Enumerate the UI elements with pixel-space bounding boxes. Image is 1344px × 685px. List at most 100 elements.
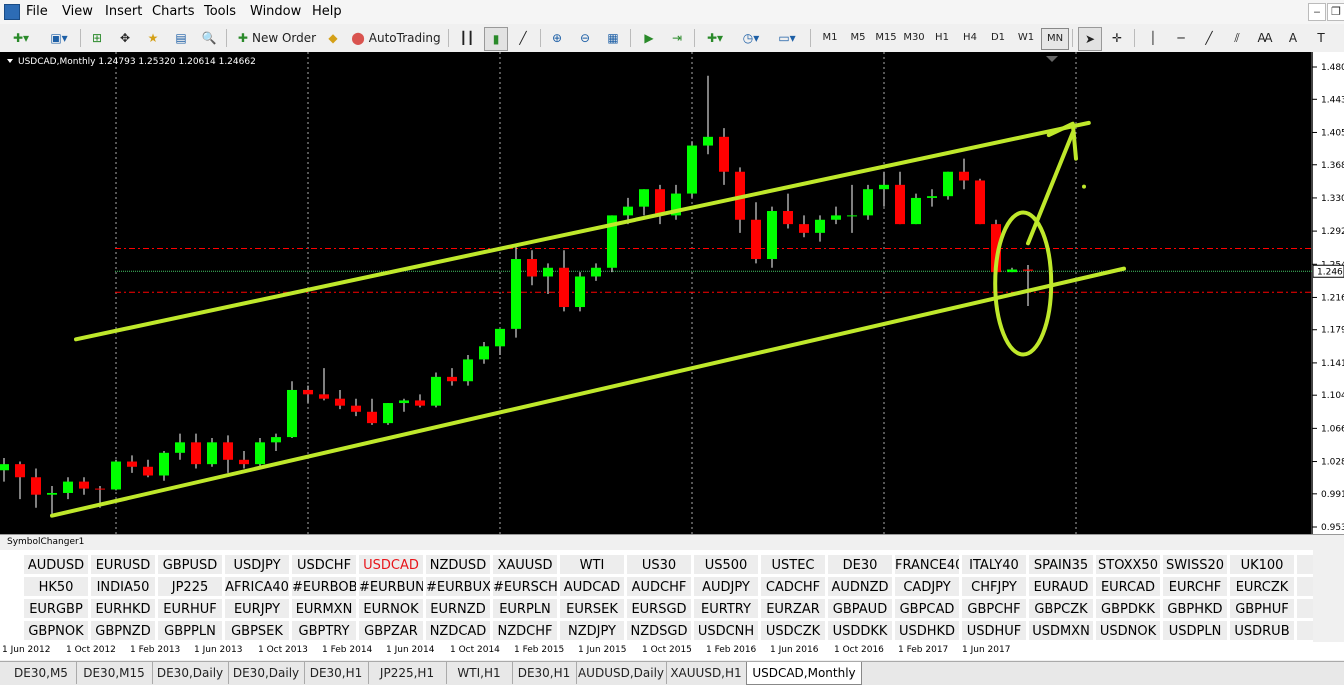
timeframe-h1[interactable]: H1 <box>929 28 955 48</box>
symbol-button[interactable]: EURGBP <box>23 598 89 619</box>
symbol-button[interactable]: HK50 <box>23 576 89 597</box>
symbol-button[interactable]: AUDCAD <box>559 576 625 597</box>
symbol-button[interactable]: EURSEK <box>559 598 625 619</box>
symbol-button[interactable]: GBPTRY <box>291 620 357 641</box>
chart-tab[interactable]: DE30,Daily <box>228 662 305 684</box>
minimize-icon[interactable]: ‒ <box>1308 3 1326 21</box>
symbol-button[interactable]: GBPSEK <box>224 620 290 641</box>
symbol-button[interactable]: STOXX50 <box>1095 554 1161 575</box>
price-chart[interactable]: 1.4801.4431.4051.3681.3301.2921.2541.216… <box>0 52 1344 534</box>
symbol-button[interactable]: UK100 <box>1229 554 1295 575</box>
symbol-button[interactable]: WTI <box>559 554 625 575</box>
menu-tools[interactable]: Tools <box>204 4 236 19</box>
chart-tab[interactable]: DE30,M15 <box>76 662 153 684</box>
symbol-button[interactable]: NZDCHF <box>492 620 558 641</box>
vertical-line-icon[interactable]: │ <box>1142 27 1164 49</box>
symbol-button[interactable]: USTEC <box>760 554 826 575</box>
symbol-button[interactable]: GBPHKD <box>1162 598 1228 619</box>
chart-tab[interactable]: AUDUSD,Daily <box>576 662 667 684</box>
new-order-button[interactable]: ✚ New Order <box>234 27 320 49</box>
symbol-button[interactable]: CADJPY <box>894 576 960 597</box>
autotrading-button[interactable]: ⬤ AutoTrading <box>350 27 442 49</box>
channel-icon[interactable]: ⫽ <box>1226 27 1248 49</box>
fibonacci-icon[interactable]: Ꜳ <box>1254 27 1276 49</box>
symbol-button[interactable]: USDCNH <box>693 620 759 641</box>
symbol-button[interactable]: NZDUSD <box>425 554 491 575</box>
text-icon[interactable]: A <box>1282 27 1304 49</box>
symbol-button[interactable]: #EURBUND <box>358 576 424 597</box>
zoom-in-icon[interactable]: ⊕ <box>546 27 568 49</box>
symbol-button[interactable]: EURHKD <box>90 598 156 619</box>
crosshair-icon[interactable]: ✛ <box>1106 27 1128 49</box>
chart-tab[interactable]: WTI,H1 <box>446 662 513 684</box>
symbol-button[interactable]: EURHUF <box>157 598 223 619</box>
crosshair-nav-icon[interactable]: ✥ <box>114 27 136 49</box>
bar-chart-icon[interactable]: ┃┃ <box>456 27 478 49</box>
symbol-button[interactable]: NZDSGD <box>626 620 692 641</box>
chart-tab[interactable]: DE30,M5 <box>6 662 77 684</box>
symbol-button[interactable]: EURZAR <box>760 598 826 619</box>
symbol-button[interactable]: USDHKD <box>894 620 960 641</box>
symbol-button[interactable]: GBPCAD <box>894 598 960 619</box>
symbol-button[interactable]: GBPDKK <box>1095 598 1161 619</box>
chart-tab[interactable]: DE30,Daily <box>152 662 229 684</box>
symbol-button[interactable]: USDRUB <box>1229 620 1295 641</box>
market-watch-icon[interactable]: ⊞ <box>86 27 108 49</box>
symbol-button[interactable]: CADCHF <box>760 576 826 597</box>
symbol-button[interactable]: #EURBUXL <box>425 576 491 597</box>
symbol-button[interactable]: AUDJPY <box>693 576 759 597</box>
symbol-button[interactable]: EU <box>1296 554 1313 575</box>
indicators-icon[interactable]: ✚▾ <box>700 27 730 49</box>
timeframe-h4[interactable]: H4 <box>957 28 983 48</box>
symbol-button[interactable]: SPAIN35 <box>1028 554 1094 575</box>
symbol-button[interactable]: AUDNZD <box>827 576 893 597</box>
symbol-button[interactable]: GBPAUD <box>827 598 893 619</box>
symbol-button[interactable]: EURSGD <box>626 598 692 619</box>
timeframe-d1[interactable]: D1 <box>985 28 1011 48</box>
symbol-button[interactable]: GBPCZK <box>1028 598 1094 619</box>
symbol-button[interactable]: #EURSCHA <box>492 576 558 597</box>
symbol-button[interactable]: USDMXN <box>1028 620 1094 641</box>
restore-icon[interactable]: ❐ <box>1327 3 1344 21</box>
navigator-icon[interactable]: ★ <box>142 27 164 49</box>
symbol-button[interactable]: EURJPY <box>224 598 290 619</box>
symbol-button[interactable]: US <box>1296 620 1313 641</box>
symbol-button[interactable]: GBPNZD <box>90 620 156 641</box>
chart-shift-icon[interactable]: ⇥ <box>666 27 688 49</box>
chart-tab[interactable]: USDCAD,Monthly <box>746 662 862 685</box>
symbol-button[interactable]: GBPCHF <box>961 598 1027 619</box>
symbol-button[interactable]: DE30 <box>827 554 893 575</box>
symbol-button[interactable]: USDJPY <box>224 554 290 575</box>
symbol-button[interactable]: EURMXN <box>291 598 357 619</box>
chart-tab[interactable]: DE30,H1 <box>304 662 369 684</box>
symbol-button[interactable]: AFRICA40 <box>224 576 290 597</box>
symbol-button[interactable]: INDIA50 <box>90 576 156 597</box>
symbol-button[interactable]: AUDCHF <box>626 576 692 597</box>
symbol-button[interactable]: USDCHF <box>291 554 357 575</box>
timeframe-mn[interactable]: MN <box>1041 28 1069 50</box>
chart-tab[interactable]: DE30,H1 <box>512 662 577 684</box>
trendline-icon[interactable]: ╱ <box>1198 27 1220 49</box>
auto-scroll-icon[interactable]: ▶ <box>638 27 660 49</box>
templates-icon[interactable]: ▭▾ <box>772 27 802 49</box>
symbol-button[interactable]: NZDCAD <box>425 620 491 641</box>
symbol-button[interactable]: US30 <box>626 554 692 575</box>
menu-file[interactable]: File <box>26 4 48 19</box>
symbol-button[interactable]: GE <box>1296 598 1313 619</box>
menu-charts[interactable]: Charts <box>152 4 195 19</box>
metaeditor-icon[interactable]: ◆ <box>322 27 344 49</box>
profiles-icon[interactable]: ▣▾ <box>44 27 74 49</box>
symbol-button[interactable]: USDDKK <box>827 620 893 641</box>
menu-view[interactable]: View <box>62 4 93 19</box>
symbol-button[interactable]: EURUSD <box>90 554 156 575</box>
symbol-button[interactable]: GBPNOK <box>23 620 89 641</box>
symbol-button[interactable]: EURCAD <box>1095 576 1161 597</box>
symbol-button[interactable]: NZDJPY <box>559 620 625 641</box>
symbol-button[interactable]: SWISS20 <box>1162 554 1228 575</box>
chart-tab[interactable]: XAUUSD,H1 <box>666 662 747 684</box>
symbol-button[interactable]: USDPLN <box>1162 620 1228 641</box>
symbol-button[interactable]: EURNZD <box>425 598 491 619</box>
symbol-button[interactable]: EURCZK <box>1229 576 1295 597</box>
new-chart-icon[interactable]: ✚▾ <box>4 27 38 49</box>
menu-insert[interactable]: Insert <box>105 4 142 19</box>
